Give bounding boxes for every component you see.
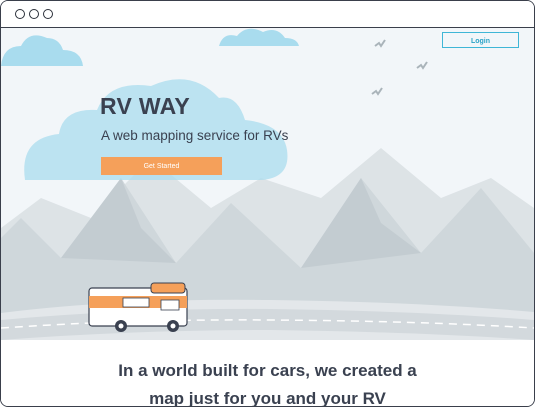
window-minimize-dot[interactable] — [29, 9, 39, 19]
bird-icon — [416, 61, 428, 70]
hero-title: RV WAY — [100, 93, 191, 119]
bird-icon — [374, 39, 386, 48]
login-button[interactable]: Login — [442, 32, 519, 48]
window-maximize-dot[interactable] — [43, 9, 53, 19]
cloud-icon — [1, 35, 83, 66]
tagline-line-2: map just for you and your RV — [149, 389, 386, 407]
tagline-line-1: In a world built for cars, we created a — [118, 361, 417, 380]
browser-window: Login RV WAY A web mapping service for R… — [0, 0, 535, 407]
rv-icon — [88, 282, 188, 332]
window-titlebar — [1, 1, 534, 28]
tagline: In a world built for cars, we created a … — [1, 357, 534, 407]
cloud-icon — [219, 28, 299, 46]
get-started-button[interactable]: Get Started — [101, 157, 222, 175]
bird-icon — [371, 87, 383, 96]
hero-scene: Login RV WAY A web mapping service for R… — [1, 28, 534, 406]
hero-subtitle: A web mapping service for RVs — [101, 128, 289, 143]
window-close-dot[interactable] — [15, 9, 25, 19]
